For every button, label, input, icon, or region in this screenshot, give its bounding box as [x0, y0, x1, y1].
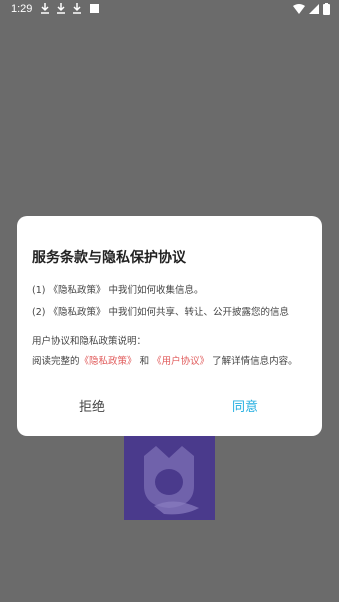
and-text: 和 [139, 356, 150, 367]
read-prefix: 阅读完整的 [32, 356, 80, 367]
download-icon [41, 3, 49, 14]
policy-line-1: (1) 《隐私政策》 中我们如何收集信息。 [32, 285, 204, 296]
policy-line-2: (2) 《隐私政策》 中我们如何共享、转让、公开披露您的信息 [32, 307, 289, 318]
download-icon [73, 3, 81, 14]
agree-button[interactable]: 同意 [232, 396, 258, 415]
read-suffix: 了解详情信息内容。 [212, 356, 298, 367]
signal-icon [309, 4, 319, 14]
dialog-title: 服务条款与隐私保护协议 [32, 250, 186, 266]
privacy-dialog: 服务条款与隐私保护协议 (1) 《隐私政策》 中我们如何收集信息。 (2) 《隐… [17, 216, 322, 436]
section-label: 用户协议和隐私政策说明： [32, 336, 147, 347]
app-notification-icon [90, 4, 99, 13]
status-bar: 1:29 [0, 0, 339, 20]
wifi-icon [293, 4, 305, 14]
battery-icon [323, 3, 330, 15]
status-time: 1:29 [11, 3, 33, 15]
read-full-line: 阅读完整的《隐私政策》 和 《用户协议》 了解详情信息内容。 [32, 353, 298, 367]
reject-button[interactable]: 拒绝 [79, 396, 105, 415]
app-logo-icon [144, 446, 199, 515]
privacy-policy-link[interactable]: 《隐私政策》 [80, 356, 137, 367]
user-agreement-link[interactable]: 《用户协议》 [152, 356, 209, 367]
download-icon [57, 3, 65, 14]
status-icons [293, 3, 330, 15]
app-logo [124, 436, 215, 520]
